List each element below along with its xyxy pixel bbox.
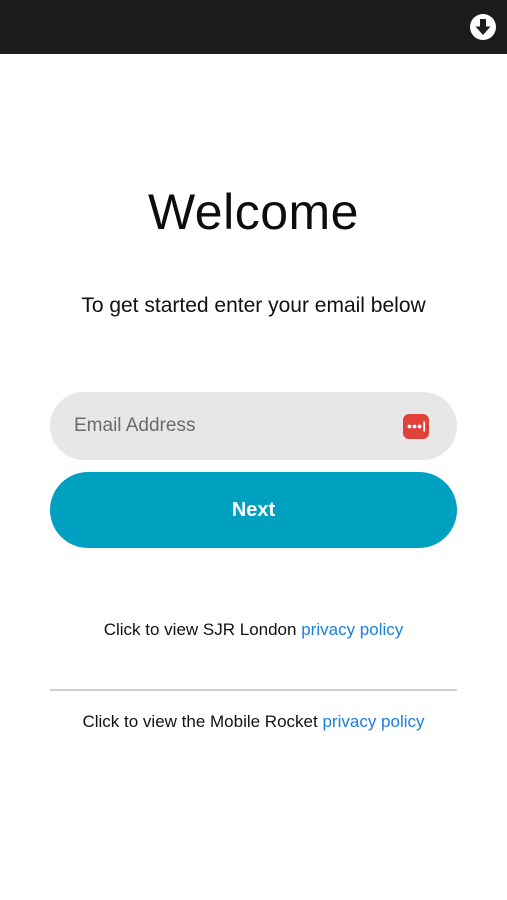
next-button[interactable]: Next xyxy=(50,472,457,548)
download-circle-icon xyxy=(470,14,496,40)
password-manager-icon xyxy=(403,414,429,439)
top-bar xyxy=(0,0,507,54)
sjr-privacy-text: Click to view SJR London xyxy=(103,620,297,639)
password-manager-button[interactable] xyxy=(403,414,429,439)
sjr-privacy-line: Click to view SJR London privacy policy xyxy=(0,620,507,640)
download-button[interactable] xyxy=(469,13,497,41)
sjr-privacy-link[interactable]: privacy policy xyxy=(301,620,403,639)
mobile-rocket-privacy-link[interactable]: privacy policy xyxy=(322,712,424,731)
page-title: Welcome xyxy=(148,184,359,240)
mobile-rocket-privacy-line: Click to view the Mobile Rocket privacy … xyxy=(0,712,507,732)
email-field-container xyxy=(50,392,457,460)
divider xyxy=(50,689,457,691)
mobile-rocket-privacy-text: Click to view the Mobile Rocket xyxy=(82,712,318,731)
page-subtitle: To get started enter your email below xyxy=(81,294,426,317)
email-field[interactable] xyxy=(50,392,390,460)
